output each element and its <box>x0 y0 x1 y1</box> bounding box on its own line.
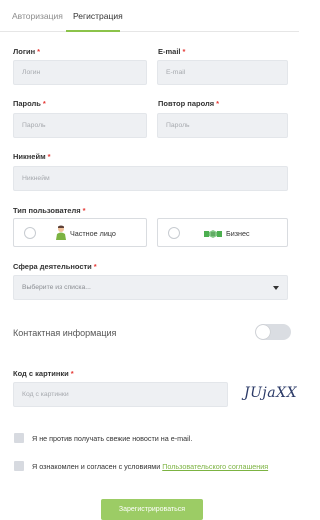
tab-login[interactable]: Авторизация <box>12 11 63 21</box>
captcha-label: Код с картинки * <box>13 369 74 378</box>
chevron-down-icon <box>273 286 279 290</box>
activity-select-value: Выберите из списка... <box>22 284 91 291</box>
captcha-image: JUjaXX <box>244 385 298 401</box>
user-type-label: Тип пользователя * <box>13 206 86 215</box>
password-input[interactable]: Пароль <box>13 113 147 138</box>
user-type-business-label: Бизнес <box>226 229 250 238</box>
news-checkbox-label: Я не против получать свежие новости на e… <box>32 434 193 443</box>
terms-prefix: Я ознакомлен и согласен с условиями <box>32 462 163 471</box>
terms-checkbox-label: Я ознакомлен и согласен с условиями Поль… <box>32 461 282 472</box>
password-repeat-input[interactable]: Пароль <box>157 113 288 138</box>
activity-label: Сфера деятельности * <box>13 262 97 271</box>
login-label: Логин * <box>13 47 41 56</box>
password-repeat-label: Повтор пароля * <box>158 99 220 108</box>
auth-tabs: Авторизация Регистрация <box>0 0 299 32</box>
register-button[interactable]: Зарегистрироваться <box>101 499 203 520</box>
person-icon <box>54 225 68 246</box>
user-type-private-option[interactable]: Частное лицо <box>13 218 147 247</box>
contact-info-label: Контактная информация <box>13 328 117 338</box>
radio-business[interactable] <box>168 227 180 239</box>
toggle-knob <box>256 325 270 339</box>
user-type-private-label: Частное лицо <box>70 229 116 238</box>
email-label: E-mail * <box>158 47 186 56</box>
activity-select[interactable]: Выберите из списка... <box>13 275 288 300</box>
contact-info-toggle[interactable] <box>255 324 291 340</box>
radio-private[interactable] <box>24 227 36 239</box>
terms-link[interactable]: Пользовательского соглашения <box>162 462 268 471</box>
nickname-input[interactable]: Никнейм <box>13 166 288 191</box>
nickname-label: Никнейм * <box>13 152 51 161</box>
user-type-business-option[interactable]: Бизнес <box>157 218 288 247</box>
captcha-input[interactable]: Код с картинки <box>13 382 228 407</box>
password-label: Пароль * <box>13 99 46 108</box>
email-input[interactable]: E-mail <box>157 60 288 85</box>
login-input[interactable]: Логин <box>13 60 147 85</box>
tab-registration[interactable]: Регистрация <box>73 11 123 21</box>
terms-checkbox[interactable] <box>14 461 24 471</box>
handshake-icon <box>204 227 222 245</box>
news-checkbox[interactable] <box>14 433 24 443</box>
active-tab-indicator <box>66 30 120 32</box>
